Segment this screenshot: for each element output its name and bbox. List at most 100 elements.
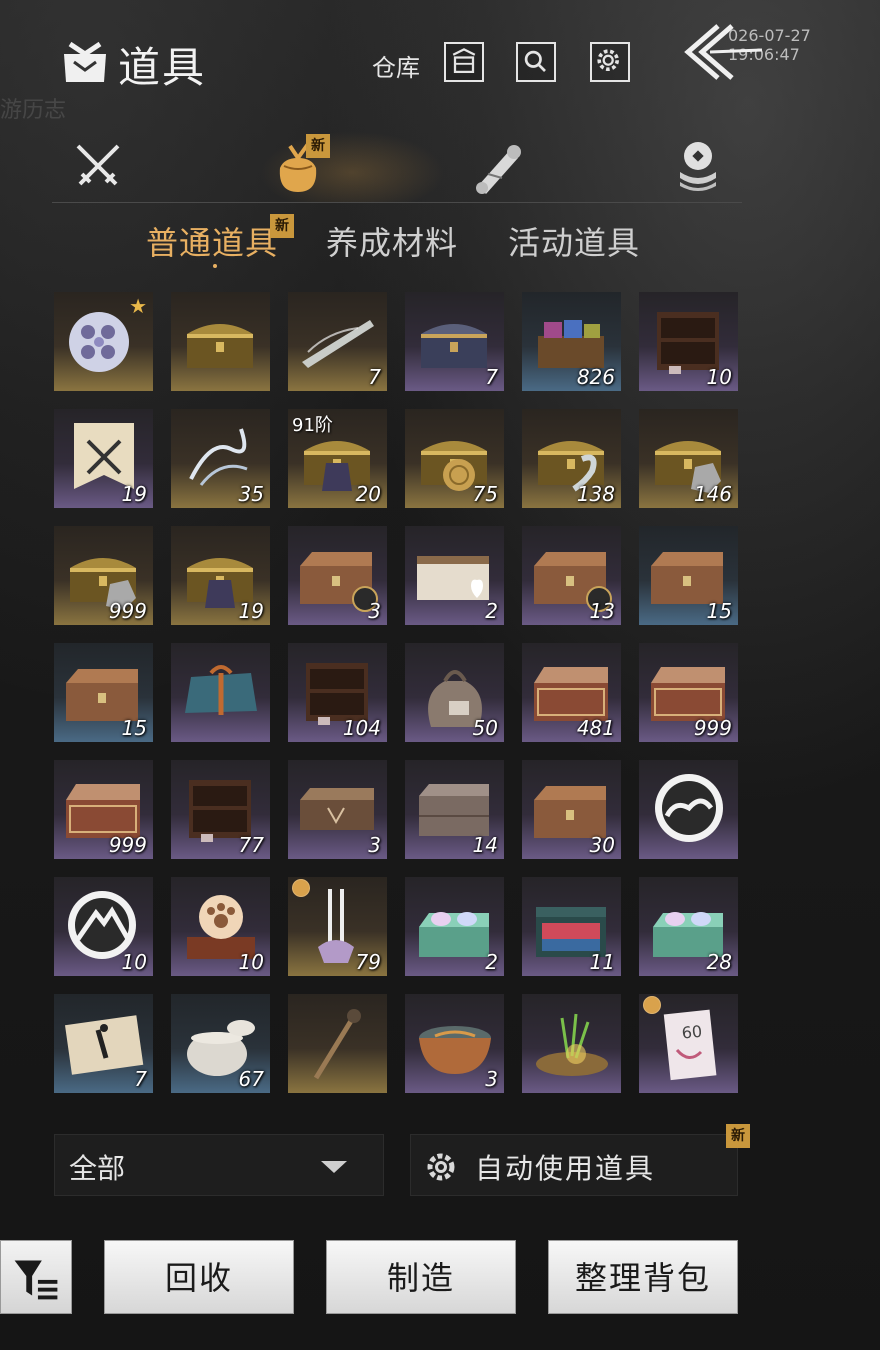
subtab-bar: 普通道具 新 养成材料 活动道具 <box>0 214 880 268</box>
herb-pile-icon <box>536 1013 608 1076</box>
item-count: 2 <box>485 950 498 974</box>
item-count: 35 <box>238 482 264 506</box>
ghost-tab: 游历志 <box>0 98 67 123</box>
item-count: 10 <box>706 365 732 389</box>
inventory-slot[interactable] <box>171 643 270 742</box>
inventory-slot[interactable]: 77 <box>171 760 270 859</box>
craft-button[interactable]: 制造 <box>326 1240 516 1314</box>
recycle-button[interactable]: 回收 <box>104 1240 294 1314</box>
inventory-slot[interactable]: 13 <box>522 526 621 625</box>
item-count: 3 <box>368 833 381 857</box>
clock-icon <box>643 996 661 1014</box>
auto-use-items-label: 自动使用道具 <box>475 1152 656 1185</box>
warehouse-icon <box>452 48 476 74</box>
inventory-slot[interactable]: 19 <box>171 526 270 625</box>
svg-text:60: 60 <box>681 1022 703 1043</box>
favorite-star-icon: ★ <box>129 294 147 318</box>
inventory-slot[interactable]: 67 <box>171 994 270 1093</box>
settings-button[interactable] <box>590 42 630 82</box>
sort-bag-button[interactable]: 整理背包 <box>548 1240 738 1314</box>
inventory-slot[interactable] <box>522 994 621 1093</box>
inventory-slot[interactable]: 10 <box>639 292 738 391</box>
item-count: 10 <box>121 950 147 974</box>
item-count: 79 <box>355 950 381 974</box>
item-count: 15 <box>121 716 147 740</box>
bag-icon <box>64 41 106 82</box>
filter-icon <box>14 1260 58 1300</box>
inventory-slot[interactable]: 28 <box>639 877 738 976</box>
warehouse-button[interactable] <box>444 42 484 82</box>
wood-staff-icon <box>313 1009 361 1080</box>
inventory-slot[interactable]: ★ <box>54 292 153 391</box>
inventory-slot[interactable]: 15 <box>54 643 153 742</box>
inventory-slot[interactable]: 3 <box>288 526 387 625</box>
item-tier: 91阶 <box>292 415 333 436</box>
inventory-slot[interactable]: 138 <box>522 409 621 508</box>
inventory-slot[interactable]: 75 <box>405 409 504 508</box>
inventory-slot[interactable]: 7 <box>54 994 153 1093</box>
crossed-swords-icon[interactable] <box>70 138 126 194</box>
inventory-slot[interactable]: 14 <box>405 760 504 859</box>
inventory-slot[interactable] <box>288 994 387 1093</box>
auto-use-new-badge: 新 <box>726 1124 750 1148</box>
item-count: 14 <box>472 833 498 857</box>
item-count: 10 <box>238 950 264 974</box>
inventory-slot[interactable]: 7 <box>405 292 504 391</box>
item-count: 3 <box>485 1067 498 1091</box>
inventory-slot[interactable]: 10 <box>54 877 153 976</box>
inventory-slot[interactable] <box>171 292 270 391</box>
item-count: 7 <box>134 1067 147 1091</box>
inventory-slot[interactable]: 19 <box>54 409 153 508</box>
item-count: 7 <box>368 365 381 389</box>
scroll-icon[interactable] <box>470 138 526 194</box>
top-bar: 游历志 道具 仓库 026-07-27 19:06:47 <box>0 0 880 123</box>
inventory-slot[interactable]: 79 <box>288 877 387 976</box>
subtab-normal-items[interactable]: 普通道具 <box>146 218 278 264</box>
item-count: 30 <box>589 833 615 857</box>
item-count: 13 <box>589 599 615 623</box>
inventory-slot[interactable]: 30 <box>522 760 621 859</box>
inventory-slot[interactable]: 2 <box>405 526 504 625</box>
inventory-slot[interactable]: 50 <box>405 643 504 742</box>
filter-dropdown[interactable]: 全部 <box>54 1134 384 1196</box>
inventory-slot[interactable]: 999 <box>54 526 153 625</box>
inventory-slot[interactable]: 3 <box>405 994 504 1093</box>
category-bar: 新 <box>52 128 742 203</box>
active-subtab-indicator <box>213 264 217 268</box>
item-count: 826 <box>576 365 615 389</box>
gear-icon <box>427 1153 455 1181</box>
back-icon[interactable] <box>680 20 764 84</box>
inventory-slot[interactable]: 2 <box>405 877 504 976</box>
inventory-slot[interactable] <box>639 760 738 859</box>
coin-icon[interactable] <box>670 138 726 194</box>
inventory-slot[interactable]: 999 <box>639 643 738 742</box>
filter-dropdown-value: 全部 <box>69 1152 126 1185</box>
inventory-slot[interactable]: 999 <box>54 760 153 859</box>
inventory-slot[interactable]: 35 <box>171 409 270 508</box>
category-new-badge: 新 <box>306 134 330 158</box>
item-count: 11 <box>589 950 615 974</box>
search-button[interactable] <box>516 42 556 82</box>
inventory-slot[interactable]: 826 <box>522 292 621 391</box>
inventory-slot[interactable]: 91阶 20 <box>288 409 387 508</box>
subtab-growth-materials[interactable]: 养成材料 <box>326 218 458 264</box>
page-title: 道具 <box>118 43 207 92</box>
subtab-event-items[interactable]: 活动道具 <box>508 218 640 264</box>
inventory-slot[interactable]: 60 <box>639 994 738 1093</box>
inventory-slot[interactable]: 10 <box>171 877 270 976</box>
inventory-slot[interactable]: 3 <box>288 760 387 859</box>
filter-sort-button[interactable] <box>0 1240 72 1314</box>
inventory-slot[interactable]: 104 <box>288 643 387 742</box>
inventory-slot[interactable]: 11 <box>522 877 621 976</box>
chevron-down-icon <box>321 1161 347 1173</box>
inventory-slot[interactable]: 15 <box>639 526 738 625</box>
inventory-slot[interactable]: 146 <box>639 409 738 508</box>
inventory-slot[interactable]: 481 <box>522 643 621 742</box>
item-count: 146 <box>693 482 732 506</box>
auto-use-items-button[interactable]: 自动使用道具 <box>410 1134 738 1196</box>
item-count: 15 <box>706 599 732 623</box>
warehouse-label[interactable]: 仓库 <box>372 48 420 83</box>
inventory-slot[interactable]: 7 <box>288 292 387 391</box>
item-count: 104 <box>342 716 381 740</box>
item-count: 2 <box>485 599 498 623</box>
